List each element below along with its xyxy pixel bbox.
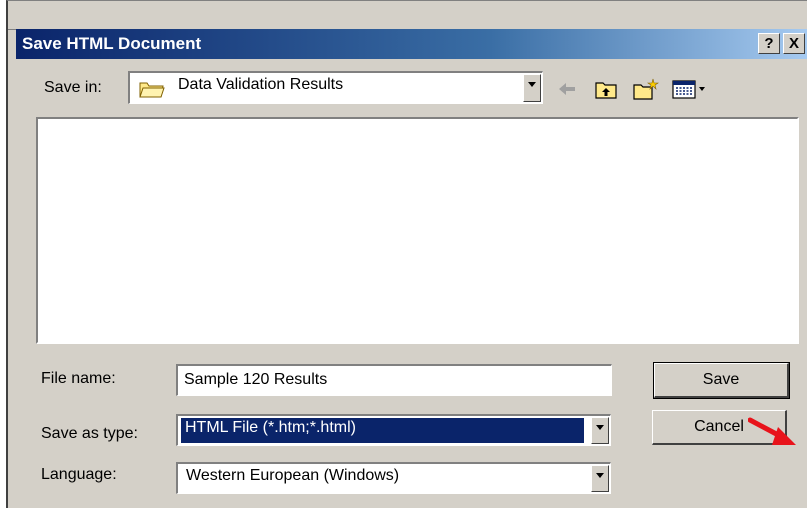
- up-one-level-icon[interactable]: [594, 77, 618, 101]
- help-button[interactable]: ?: [758, 33, 780, 54]
- dialog-title: Save HTML Document: [22, 34, 202, 53]
- save-as-type-value: HTML File (*.htm;*.html): [185, 419, 356, 436]
- language-value: Western European (Windows): [186, 467, 400, 484]
- title-bar[interactable]: Save HTML Document ? X: [16, 29, 807, 59]
- save-in-dropdown[interactable]: Data Validation Results: [128, 71, 543, 104]
- file-list[interactable]: [36, 117, 799, 344]
- file-name-value: Sample 120 Results: [184, 371, 328, 388]
- save-as-type-selection: HTML File (*.htm;*.html): [181, 418, 584, 443]
- language-label: Language:: [41, 466, 117, 483]
- folder-icon: [139, 79, 165, 99]
- file-name-input[interactable]: Sample 120 Results: [176, 364, 612, 396]
- chevron-down-icon[interactable]: [591, 465, 609, 492]
- views-menu-icon[interactable]: [671, 77, 707, 101]
- close-button[interactable]: X: [783, 33, 805, 54]
- save-button[interactable]: Save: [653, 362, 790, 399]
- back-arrow-icon[interactable]: [555, 77, 579, 101]
- chevron-down-icon[interactable]: [591, 417, 609, 444]
- save-in-label: Save in:: [44, 79, 102, 96]
- file-name-label: File name:: [41, 370, 116, 387]
- save-as-type-dropdown[interactable]: HTML File (*.htm;*.html): [176, 414, 611, 446]
- red-arrow-icon: [747, 417, 798, 449]
- save-as-type-label: Save as type:: [41, 425, 138, 442]
- language-dropdown[interactable]: Western European (Windows): [176, 462, 611, 494]
- chevron-down-icon[interactable]: [523, 74, 541, 102]
- save-in-value: Data Validation Results: [178, 76, 344, 93]
- window-top-strip: [8, 1, 807, 30]
- new-folder-icon[interactable]: [632, 77, 659, 101]
